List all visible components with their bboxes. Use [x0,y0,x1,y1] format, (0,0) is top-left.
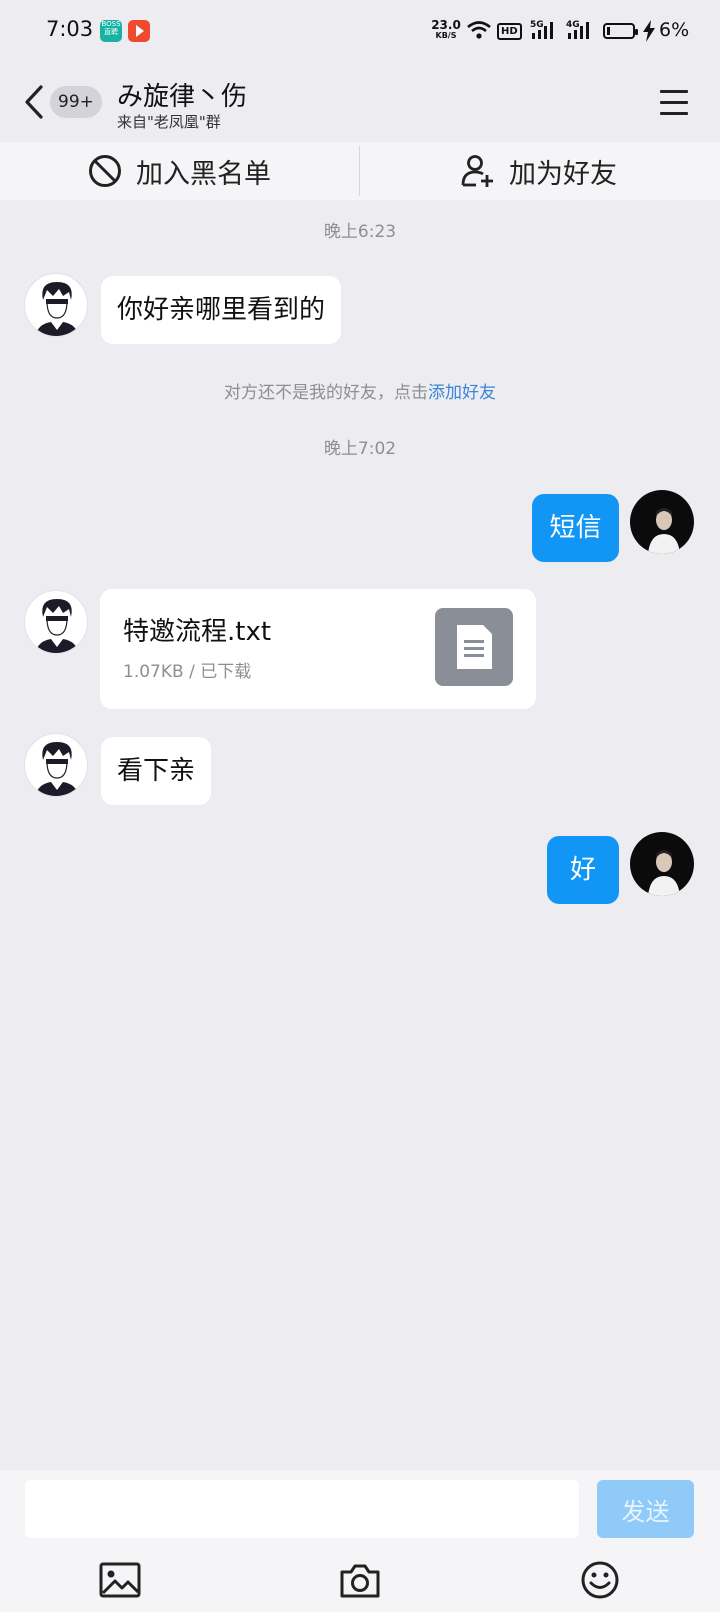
file-name: 特邀流程.txt [123,617,272,647]
boss-app-icon: BOSS 直聘 [100,20,122,42]
video-app-icon [128,20,150,42]
send-button[interactable]: 发送 [597,1480,694,1538]
add-to-blacklist-button[interactable]: 加入黑名单 [88,142,271,200]
emoji-icon[interactable] [578,1560,622,1600]
block-icon [89,155,121,187]
chat-subtitle: 来自"老凤凰"群 [117,113,221,131]
boss-app-label: BOSS 直聘 [101,20,121,36]
avatar[interactable] [24,733,88,797]
system-notice: 对方还不是我的好友，点击添加好友 [0,378,720,403]
add-friend-link[interactable]: 添加好友 [428,383,496,403]
chat-header: 99+ み旋律丶伤 来自"老凤凰"群 [0,62,720,142]
avatar[interactable] [24,273,88,337]
network-speed-unit: KB/S [435,31,457,40]
my-avatar[interactable] [630,832,694,896]
camera-icon[interactable] [338,1560,382,1600]
signal-5g-label: 5G [530,20,544,30]
menu-icon[interactable] [660,90,688,116]
signal-5g-icon: 5G [530,20,553,39]
message-bubble[interactable]: 你好亲哪里看到的 [101,276,342,344]
status-bar: 7:03 BOSS 直聘 23.0 KB/S HD 5G 4G 6% [0,0,720,62]
back-arrow-icon[interactable] [22,84,46,120]
network-speed-value: 23.0 [431,18,461,32]
battery-percent: 6% [659,19,690,41]
my-avatar[interactable] [630,490,694,554]
signal-4g-label: 4G [566,20,580,30]
status-time: 7:03 [46,17,94,41]
message-composer: 发送 [0,1470,720,1612]
file-message-card[interactable]: 特邀流程.txt 1.07KB / 已下载 [100,589,536,709]
message-bubble-self[interactable]: 短信 [532,494,619,562]
charging-icon [643,20,655,42]
unread-count-badge[interactable]: 99+ [50,86,102,118]
avatar-illustration [35,282,79,336]
add-friend-button[interactable]: 加为好友 [461,142,617,200]
avatar-illustration [35,742,79,796]
message-bubble-self[interactable]: 好 [547,836,619,904]
document-icon [435,608,513,686]
battery-icon [603,23,638,39]
wifi-icon [467,21,491,39]
hd-icon: HD [497,23,522,40]
add-to-blacklist-label: 加入黑名单 [136,158,271,190]
message-bubble[interactable]: 看下亲 [101,737,212,805]
message-input[interactable] [25,1480,579,1538]
timestamp: 晚上6:23 [323,222,397,242]
avatar[interactable] [24,590,88,654]
stranger-action-bar: 加入黑名单 加为好友 [0,142,720,200]
image-icon[interactable] [98,1560,142,1600]
add-user-icon [461,155,493,187]
network-speed: 23.0 KB/S [431,18,461,40]
file-meta: 1.07KB / 已下载 [123,662,252,682]
avatar-photo [648,850,680,896]
timestamp: 晚上7:02 [323,439,397,459]
avatar-illustration [35,599,79,653]
add-friend-label: 加为好友 [509,158,617,190]
system-notice-text: 对方还不是我的好友，点击 [224,383,428,403]
signal-4g-icon: 4G [566,20,589,39]
avatar-photo [648,508,680,554]
chat-title: み旋律丶伤 [117,82,248,112]
divider [359,146,360,196]
